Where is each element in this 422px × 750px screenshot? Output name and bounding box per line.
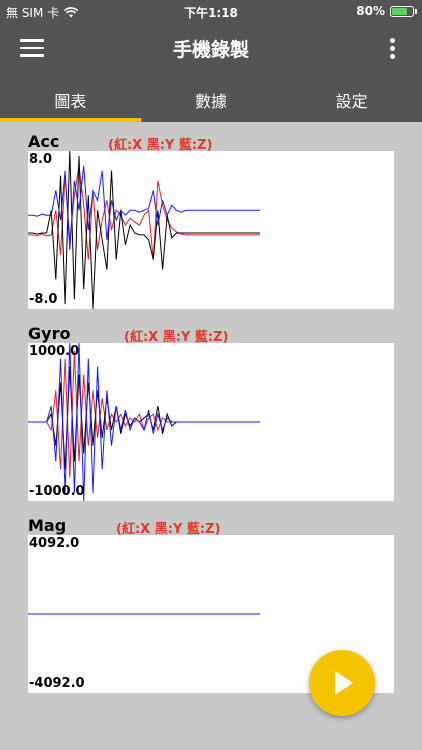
mag-chart-title: Mag	[28, 516, 67, 535]
more-options-icon[interactable]	[390, 38, 396, 60]
app-bar: 手機錄製	[0, 22, 422, 74]
play-button[interactable]	[309, 650, 375, 716]
battery-percent: 80%	[356, 4, 385, 18]
acc-ymin-label: -8.0	[29, 292, 58, 307]
mag-ymin-label: -4092.0	[29, 676, 85, 691]
gyro-ymax-label: 1000.0	[29, 344, 80, 359]
tab-chart[interactable]: 圖表	[0, 74, 141, 122]
gyro-plot-svg	[28, 343, 260, 501]
battery-icon	[390, 5, 417, 17]
gyro-chart-title: Gyro	[28, 324, 71, 343]
gyro-chart-block: Gyro (紅:X 黑:Y 藍:Z) 1000.0 -1000.0	[28, 322, 394, 504]
tab-settings[interactable]: 設定	[281, 74, 422, 122]
acc-series-y	[28, 151, 260, 309]
gyro-ymin-label: -1000.0	[29, 484, 85, 499]
gyro-chart-header: Gyro (紅:X 黑:Y 藍:Z)	[28, 322, 394, 345]
menu-icon[interactable]	[20, 39, 44, 57]
play-icon	[335, 671, 353, 695]
tab-data[interactable]: 數據	[141, 74, 282, 122]
status-right: 80%	[356, 4, 417, 18]
acc-chart-title: Acc	[28, 132, 60, 151]
acc-plot: 8.0 -8.0	[28, 151, 394, 309]
acc-plot-svg	[28, 151, 260, 309]
acc-chart-header: Acc (紅:X 黑:Y 藍:Z)	[28, 130, 394, 153]
mag-ymax-label: 4092.0	[29, 536, 80, 551]
battery-fill	[392, 7, 408, 15]
page-title: 手機錄製	[172, 39, 249, 61]
acc-chart-block: Acc (紅:X 黑:Y 藍:Z) 8.0 -8.0	[28, 130, 394, 312]
tab-bar: 圖表 數據 設定	[0, 74, 422, 122]
gyro-plot: 1000.0 -1000.0	[28, 343, 394, 501]
gyro-series-z	[28, 343, 260, 501]
mag-chart-header: Mag (紅:X 黑:Y 藍:Z)	[28, 514, 394, 537]
status-bar: 無 SIM 卡 下午1:18 80%	[0, 0, 422, 22]
acc-ymax-label: 8.0	[29, 152, 53, 167]
